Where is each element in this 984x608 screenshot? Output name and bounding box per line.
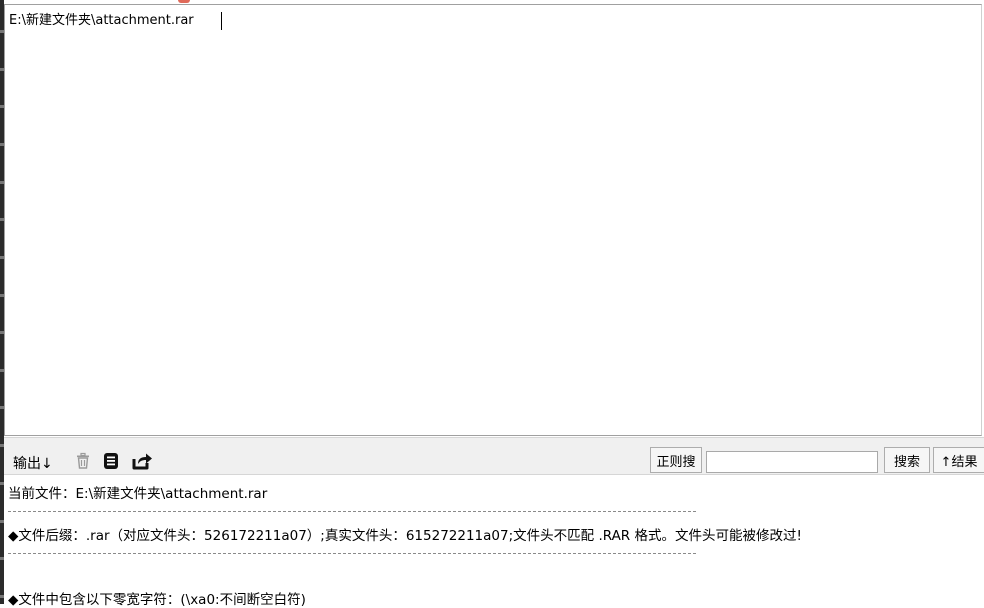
output-text-area[interactable]: 当前文件：E:\新建文件夹\attachment.rar ◆文件后缀：.rar（… <box>4 476 984 608</box>
text-caret <box>221 12 222 30</box>
output-toolbar: 输出↓ 正则搜 搜索 ↑结果 <box>4 437 984 475</box>
separator-line <box>8 553 696 554</box>
share-icon[interactable] <box>131 450 153 472</box>
input-text-area[interactable]: E:\新建文件夹\attachment.rar <box>4 4 982 436</box>
regex-search-button[interactable]: 正则搜 <box>650 447 702 473</box>
search-button[interactable]: 搜索 <box>884 447 930 473</box>
separator-line <box>8 511 696 512</box>
top-edge-mark <box>178 0 190 3</box>
current-file-line: 当前文件：E:\新建文件夹\attachment.rar <box>8 486 268 502</box>
search-input[interactable] <box>706 451 878 473</box>
results-button[interactable]: ↑结果 <box>933 447 984 473</box>
trash-icon[interactable] <box>72 450 94 472</box>
input-file-path: E:\新建文件夹\attachment.rar <box>9 13 194 28</box>
zero-width-chars-line: ◆文件中包含以下零宽字符：(\xa0:不间断空白符) <box>8 592 306 608</box>
document-icon[interactable] <box>100 450 122 472</box>
file-suffix-line: ◆文件后缀：.rar（对应文件头：526172211a07）;真实文件头：615… <box>8 528 802 544</box>
output-label[interactable]: 输出↓ <box>13 453 53 473</box>
